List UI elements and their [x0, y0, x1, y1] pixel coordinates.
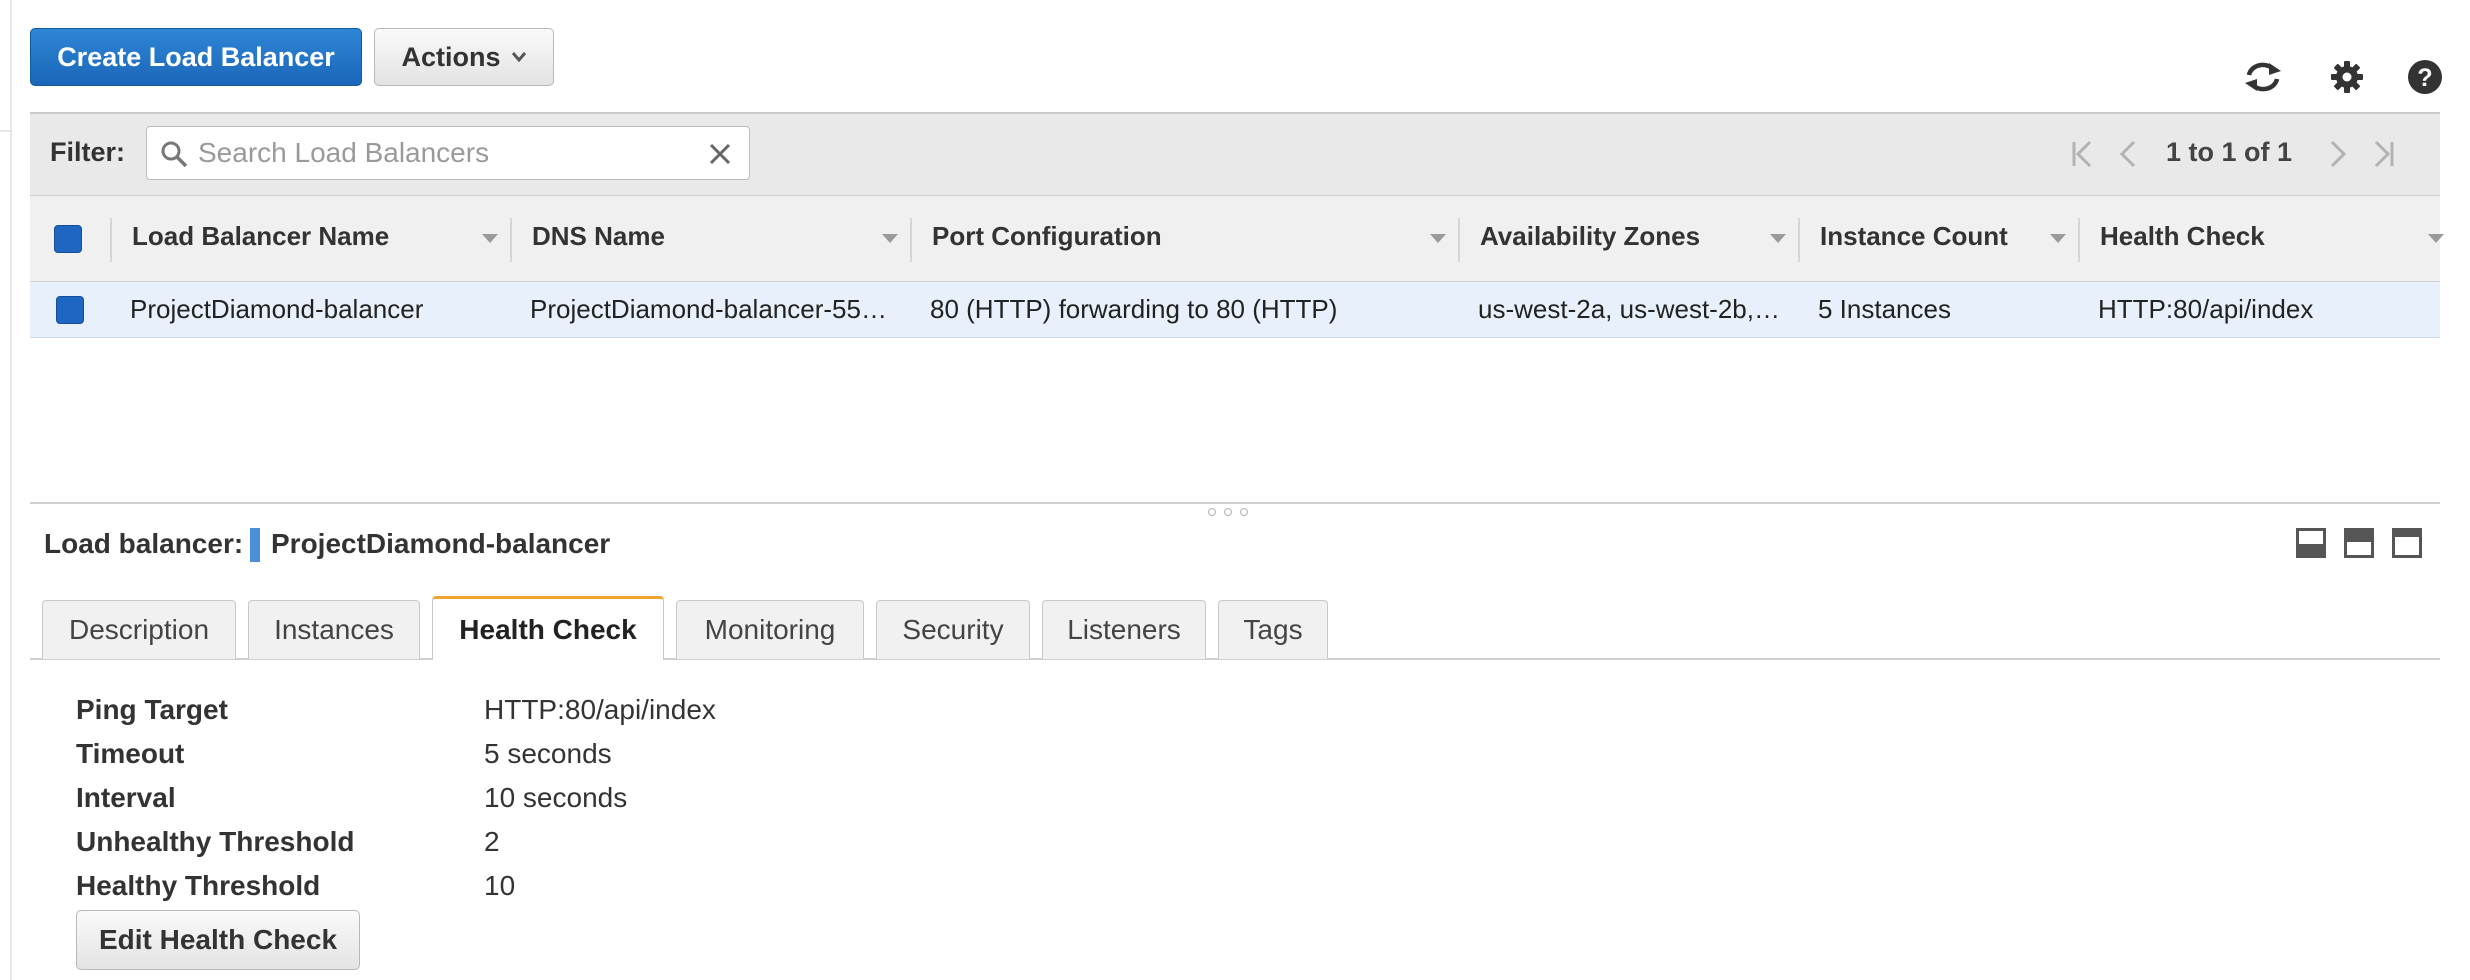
- svg-text:?: ?: [2417, 64, 2432, 92]
- sort-icon[interactable]: [882, 234, 898, 243]
- pane-splitter[interactable]: [30, 502, 2440, 504]
- sort-icon[interactable]: [1770, 234, 1786, 243]
- drag-handle-icon[interactable]: [1208, 508, 1248, 516]
- refresh-button[interactable]: [2240, 52, 2286, 102]
- column-header-name[interactable]: Load Balancer Name: [132, 221, 389, 252]
- select-all-checkbox[interactable]: [54, 225, 82, 253]
- detail-title: ProjectDiamond-balancer: [271, 528, 611, 559]
- pager-status: 1 to 1 of 1: [2166, 137, 2293, 167]
- cell-dns: ProjectDiamond-balancer-55…: [530, 294, 887, 324]
- cell-zones: us-west-2a, us-west-2b,…: [1478, 294, 1780, 324]
- detail-label: Load balancer:: [44, 528, 244, 559]
- first-page-icon[interactable]: [2070, 139, 2096, 169]
- tab-instances[interactable]: Instances: [248, 600, 420, 659]
- chevron-down-icon: [511, 52, 526, 63]
- previous-page-icon[interactable]: [2118, 139, 2138, 169]
- cell-port: 80 (HTTP) forwarding to 80 (HTTP): [930, 294, 1338, 324]
- refresh-icon: [2245, 62, 2281, 92]
- tab-tags[interactable]: Tags: [1218, 600, 1328, 659]
- edit-health-check-button[interactable]: Edit Health Check: [76, 910, 360, 970]
- maximize-detail-icon[interactable]: [2296, 528, 2326, 558]
- window-left-edge: [0, 0, 12, 980]
- clear-search-icon[interactable]: [708, 142, 732, 166]
- column-header-health[interactable]: Health Check: [2100, 221, 2265, 252]
- tab-description[interactable]: Description: [42, 600, 236, 659]
- cell-health: HTTP:80/api/index: [2098, 294, 2314, 324]
- split-view-icon[interactable]: [2344, 528, 2374, 558]
- sort-icon[interactable]: [482, 234, 498, 243]
- column-separator[interactable]: [1798, 218, 1800, 262]
- minimize-detail-icon[interactable]: [2392, 528, 2422, 558]
- interval-value: 10 seconds: [484, 782, 628, 813]
- ping-target-value: HTTP:80/api/index: [484, 694, 716, 725]
- tab-monitoring[interactable]: Monitoring: [676, 600, 864, 659]
- interval-label: Interval: [76, 782, 176, 813]
- sort-icon[interactable]: [2050, 234, 2066, 243]
- sort-icon[interactable]: [1430, 234, 1446, 243]
- search-input[interactable]: [196, 131, 680, 175]
- column-separator[interactable]: [910, 218, 912, 262]
- tab-listeners[interactable]: Listeners: [1042, 600, 1206, 659]
- timeout-value: 5 seconds: [484, 738, 612, 769]
- row-checkbox[interactable]: [56, 296, 84, 324]
- actions-button[interactable]: Actions: [374, 28, 554, 86]
- last-page-icon[interactable]: [2370, 139, 2396, 169]
- tab-health-check[interactable]: Health Check: [432, 596, 664, 660]
- healthy-threshold-label: Healthy Threshold: [76, 870, 321, 901]
- column-header-port[interactable]: Port Configuration: [932, 221, 1162, 252]
- search-icon: [161, 141, 188, 168]
- filter-label: Filter:: [50, 137, 126, 167]
- column-header-instances[interactable]: Instance Count: [1820, 221, 2008, 252]
- unhealthy-threshold-value: 2: [484, 826, 500, 857]
- help-button[interactable]: ?: [2402, 52, 2448, 102]
- column-header-zones[interactable]: Availability Zones: [1480, 221, 1700, 252]
- window-left-divider: [0, 0, 10, 132]
- next-page-icon[interactable]: [2328, 139, 2348, 169]
- settings-button[interactable]: [2324, 52, 2370, 102]
- column-separator[interactable]: [510, 218, 512, 262]
- tab-security[interactable]: Security: [876, 600, 1030, 659]
- actions-label: Actions: [401, 41, 501, 72]
- unhealthy-threshold-label: Unhealthy Threshold: [76, 826, 355, 857]
- column-separator: [110, 218, 112, 262]
- column-header-dns[interactable]: DNS Name: [532, 221, 665, 252]
- sort-icon[interactable]: [2428, 234, 2444, 243]
- gear-icon: [2331, 61, 2363, 93]
- selection-color-marker: [250, 528, 260, 562]
- column-separator[interactable]: [2078, 218, 2080, 262]
- ping-target-label: Ping Target: [76, 694, 228, 725]
- cell-instances: 5 Instances: [1818, 294, 1951, 324]
- create-load-balancer-button[interactable]: Create Load Balancer: [30, 28, 362, 86]
- healthy-threshold-value: 10: [484, 870, 516, 901]
- column-separator[interactable]: [1458, 218, 1460, 262]
- help-icon: ?: [2408, 60, 2442, 94]
- timeout-label: Timeout: [76, 738, 185, 769]
- cell-name: ProjectDiamond-balancer: [130, 294, 424, 324]
